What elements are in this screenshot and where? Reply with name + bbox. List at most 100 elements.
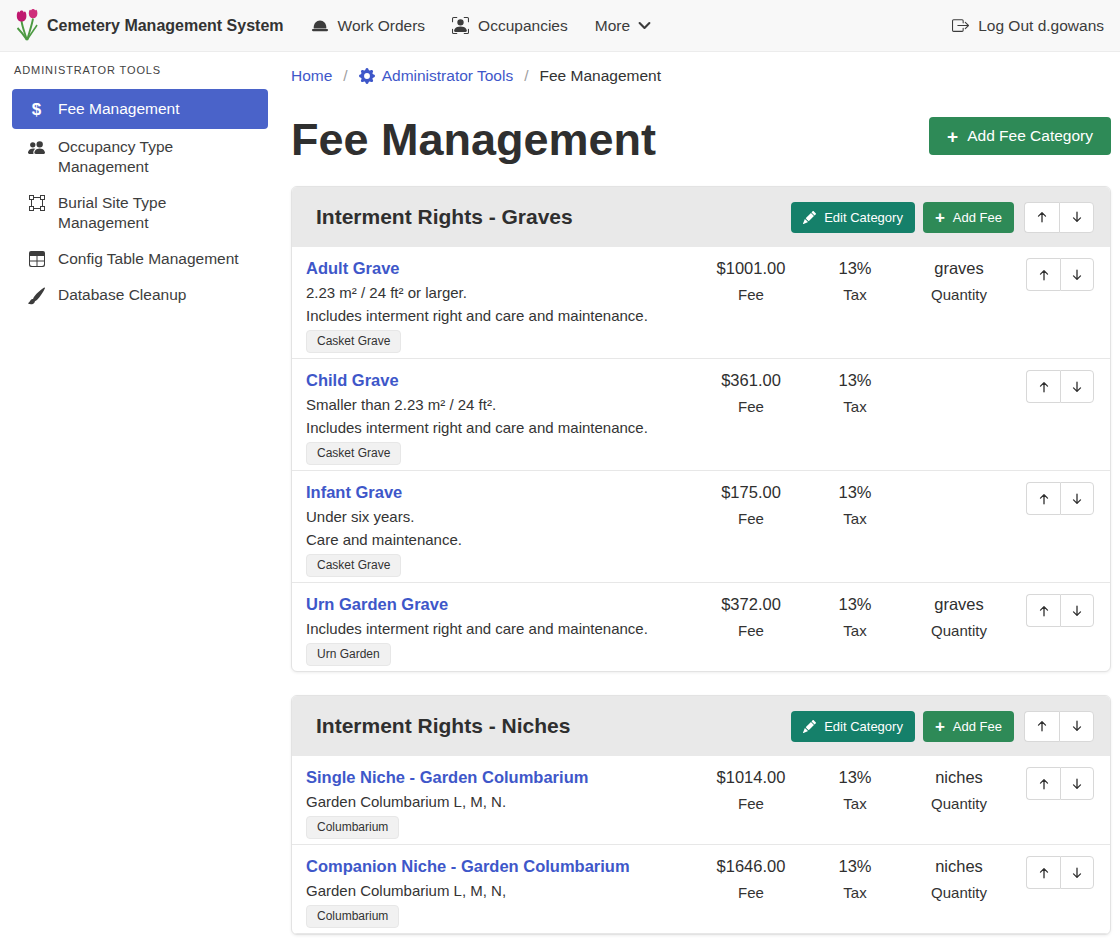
sidebar: ADMINISTRATOR TOOLS $Fee ManagementOccup… [0,52,280,939]
move-fee-down-button[interactable] [1060,856,1094,889]
fee-tag-badge: Columbarium [306,816,399,839]
plus-icon: + [935,209,945,226]
move-fee-up-button[interactable] [1026,594,1060,627]
fee-quantity-value: graves [904,258,1014,279]
fee-tag-badge: Columbarium [306,905,399,928]
nav-item-occupancies[interactable]: Occupancies [452,17,568,35]
fee-name-link[interactable]: Urn Garden Grave [306,594,448,615]
fee-row: Companion Niche - Garden Columbarium Gar… [292,845,1110,934]
sidebar-item-database-cleanup[interactable]: Database Cleanup [12,277,268,313]
table-icon [28,251,45,268]
fee-name-link[interactable]: Companion Niche - Garden Columbarium [306,856,630,877]
sidebar-item-occupancy-type-management[interactable]: Occupancy Type Management [12,129,268,185]
fee-amount-value: $1014.00 [696,767,806,788]
nav-item-more[interactable]: More [595,17,651,35]
fee-quantity-label: Quantity [904,795,1014,812]
fee-tag-badge: Urn Garden [306,643,391,666]
fee-tax-label: Tax [806,510,904,527]
move-fee-up-button[interactable] [1026,482,1060,515]
move-fee-down-button[interactable] [1060,370,1094,403]
fee-row: Single Niche - Garden Columbarium Garden… [292,756,1110,845]
move-fee-up-button[interactable] [1026,370,1060,403]
fee-quantity-label: Quantity [904,622,1014,639]
add-fee-category-button[interactable]: + Add Fee Category [929,117,1111,155]
top-navbar: Cemetery Management System Work Orders Oc… [0,0,1120,52]
fee-row: Child Grave Smaller than 2.23 m² / 24 ft… [292,359,1110,471]
app-logo-icon [14,9,40,43]
edit-category-button[interactable]: Edit Category [791,202,915,233]
fee-name-link[interactable]: Adult Grave [306,258,400,279]
main-content: Home/Administrator Tools/Fee Management … [280,52,1120,939]
fee-description: Garden Columbarium L, M, N, [306,882,696,899]
move-category-up-button[interactable] [1024,711,1059,742]
gear-icon [359,68,375,84]
app-title: Cemetery Management System [47,17,284,35]
fee-name-link[interactable]: Child Grave [306,370,399,391]
fee-description: Includes interment right and care and ma… [306,307,696,324]
fee-tag-badge: Casket Grave [306,554,401,577]
move-fee-up-button[interactable] [1026,856,1060,889]
person-bounding-box-icon [452,17,469,34]
breadcrumb-link-home[interactable]: Home [291,66,332,86]
logout-link[interactable]: Log Out d.gowans [952,17,1104,35]
page-title: Fee Management [291,115,656,165]
fee-amount-label: Fee [696,795,806,812]
move-fee-down-button[interactable] [1060,482,1094,515]
bounding-box-icon [28,195,45,212]
fee-description: Care and maintenance. [306,531,696,548]
fee-tax-label: Tax [806,884,904,901]
logout-icon [952,17,969,34]
fee-amount-label: Fee [696,398,806,415]
fee-amount-label: Fee [696,286,806,303]
nav-item-work-orders[interactable]: Work Orders [311,17,426,35]
move-category-down-button[interactable] [1059,202,1094,233]
category-header: Interment Rights - Niches Edit Category … [292,696,1110,756]
sidebar-item-fee-management[interactable]: $Fee Management [12,89,268,129]
dollar-icon: $ [28,101,45,118]
breadcrumb-separator: / [524,66,528,86]
fee-tag-badge: Casket Grave [306,442,401,465]
fee-row: Infant Grave Under six years. Care and ma… [292,471,1110,583]
fee-amount-value: $1646.00 [696,856,806,877]
add-fee-button[interactable]: +Add Fee [923,202,1014,233]
breadcrumb-current: Fee Management [540,66,662,86]
move-fee-down-button[interactable] [1060,594,1094,627]
pencil-icon [803,720,816,733]
move-fee-up-button[interactable] [1026,258,1060,291]
fee-description: Under six years. [306,508,696,525]
move-fee-down-button[interactable] [1060,258,1094,291]
add-fee-button[interactable]: +Add Fee [923,711,1014,742]
fee-tax-label: Tax [806,795,904,812]
sidebar-item-config-table-management[interactable]: Config Table Management [12,241,268,277]
fee-tax-label: Tax [806,286,904,303]
breadcrumb-link-administrator-tools[interactable]: Administrator Tools [359,66,514,86]
sidebar-heading: ADMINISTRATOR TOOLS [0,64,280,76]
fee-row: Urn Garden Grave Includes interment righ… [292,583,1110,671]
fee-tax-value: 13% [806,482,904,503]
fee-tax-label: Tax [806,398,904,415]
fee-name-link[interactable]: Infant Grave [306,482,402,503]
category-title: Interment Rights - Niches [316,714,570,738]
fee-quantity-value: niches [904,767,1014,788]
edit-category-button[interactable]: Edit Category [791,711,915,742]
fee-tax-label: Tax [806,622,904,639]
fee-description: 2.23 m² / 24 ft² or larger. [306,284,696,301]
fee-amount-label: Fee [696,622,806,639]
fee-quantity-label: Quantity [904,884,1014,901]
plus-icon: + [947,127,958,146]
category-header: Interment Rights - Graves Edit Category … [292,187,1110,247]
fee-description: Garden Columbarium L, M, N. [306,793,696,810]
move-category-up-button[interactable] [1024,202,1059,233]
fee-amount-value: $1001.00 [696,258,806,279]
breadcrumb: Home/Administrator Tools/Fee Management [291,66,1111,86]
fee-category-card: Interment Rights - Niches Edit Category … [291,695,1111,935]
fee-tax-value: 13% [806,370,904,391]
move-fee-down-button[interactable] [1060,767,1094,800]
sidebar-item-burial-site-type-management[interactable]: Burial Site Type Management [12,185,268,241]
fee-name-link[interactable]: Single Niche - Garden Columbarium [306,767,588,788]
fee-tag-badge: Casket Grave [306,330,401,353]
move-category-down-button[interactable] [1059,711,1094,742]
move-fee-up-button[interactable] [1026,767,1060,800]
fee-row: Adult Grave 2.23 m² / 24 ft² or larger. I… [292,247,1110,359]
fee-quantity-value: graves [904,594,1014,615]
